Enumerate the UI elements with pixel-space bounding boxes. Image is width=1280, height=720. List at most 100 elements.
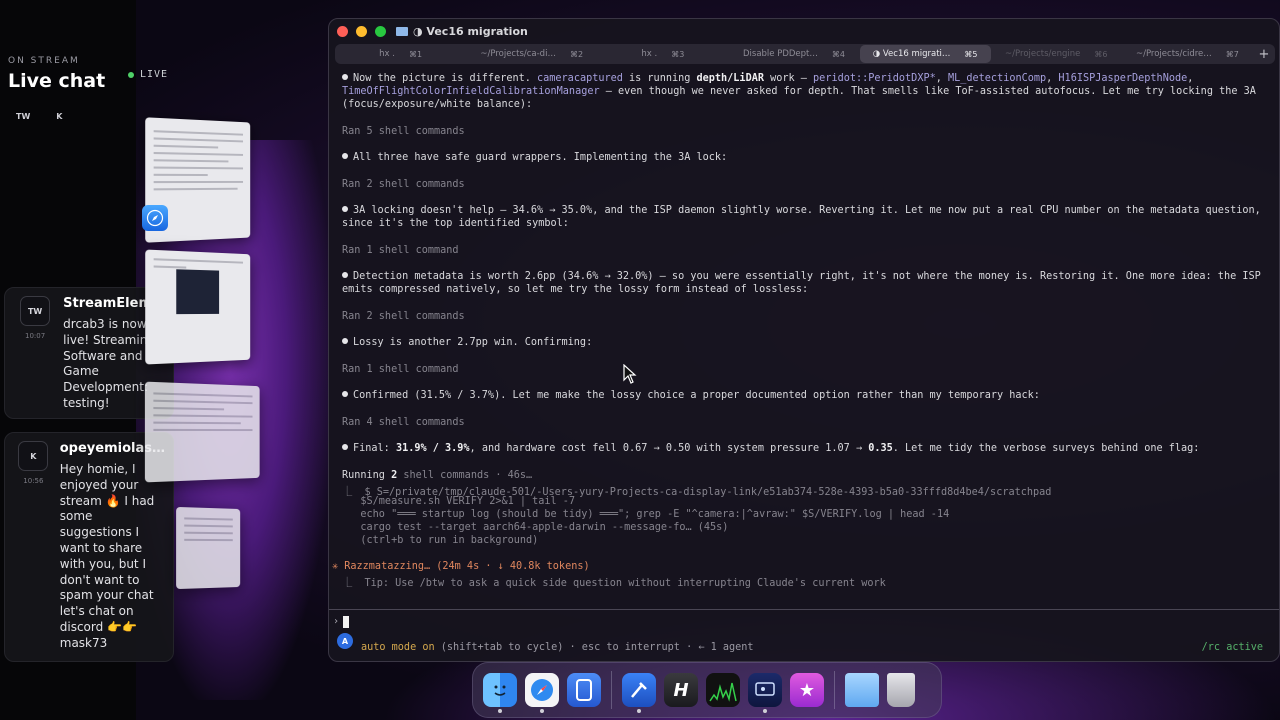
tab-4[interactable]: Disable PDDept… ⌘4 (728, 45, 859, 63)
collapsed-tool-run[interactable]: Ran 2 shell commands (342, 311, 465, 322)
h-app-icon[interactable]: H (664, 673, 698, 707)
on-stream-label: ON STREAM (8, 56, 80, 66)
tab-3[interactable]: hx . ⌘3 (597, 45, 728, 63)
rc-active-status: /rc active (1201, 642, 1263, 653)
star-app-icon[interactable]: ★ (790, 673, 824, 707)
bullet-icon (342, 444, 348, 450)
tab-7[interactable]: ~/Projects/cidre… ⌘7 (1122, 45, 1253, 63)
avatar: TW (20, 296, 51, 326)
tab-label: hx . (641, 49, 658, 59)
output-line: Detection metadata is worth 2.6pp (34.6%… (342, 271, 1261, 282)
bullet-icon (342, 206, 348, 212)
text-cursor[interactable] (343, 616, 349, 628)
window-title: ◑ Vec16 migration (396, 25, 528, 38)
downloads-folder-icon[interactable] (845, 673, 879, 707)
tip-line: ⎿ Tip: Use /btw to ask a quick side ques… (342, 578, 886, 589)
xcode-beta-icon[interactable] (622, 673, 656, 713)
message-time: 10:56 (23, 477, 44, 485)
tab-label: ~/Projects/engine (1005, 49, 1081, 59)
terminal-window[interactable]: ◑ Vec16 migration hx . ⌘1 ~/Projects/ca-d… (328, 18, 1280, 662)
output-line: since it's the top identified symbol: (342, 218, 569, 229)
output-line: Confirmed (31.5% / 3.7%). Let me make th… (342, 390, 1040, 401)
folder-icon (396, 26, 408, 36)
safari-icon[interactable] (525, 673, 559, 713)
bullet-icon (342, 74, 348, 80)
live-indicator: LIVE (128, 69, 168, 80)
participant-initials: TW (16, 112, 31, 121)
trash-icon[interactable] (887, 673, 915, 707)
prompt-symbol: › (333, 616, 340, 627)
avatar: K (18, 441, 49, 471)
collapsed-tool-run[interactable]: Ran 4 shell commands (342, 417, 465, 428)
tab-shortcut: ⌘2 (569, 49, 584, 59)
agent-badge: A (337, 633, 353, 649)
command-line: echo "═══ startup log (should be tidy) ═… (342, 509, 950, 520)
live-label: LIVE (140, 69, 169, 80)
window-thumbnail[interactable] (176, 506, 241, 590)
bullet-icon (342, 338, 348, 344)
tab-shortcut: ⌘7 (1225, 49, 1239, 59)
collapsed-tool-run[interactable]: Ran 2 shell commands (342, 179, 465, 190)
command-line: cargo test --target aarch64-apple-darwin… (342, 522, 729, 533)
participant-initials: K (56, 112, 63, 121)
bullet-icon (342, 272, 348, 278)
command-line: $S/measure.sh VERIFY 2>&1 | tail -7 (342, 496, 576, 507)
collapsed-tool-run[interactable]: Ran 1 shell command (342, 245, 459, 256)
tab-label: ~/Projects/ca-di… (480, 49, 556, 59)
participant-list: TW K (16, 112, 62, 121)
title-bar[interactable]: ◑ Vec16 migration (329, 19, 1279, 43)
mirror-icon[interactable] (567, 673, 601, 707)
tab-shortcut: ⌘1 (408, 49, 423, 59)
output-line: Lossy is another 2.7pp win. Confirming: (342, 337, 592, 348)
tab-label: ◑ Vec16 migrati… (872, 49, 951, 59)
window-thumbnail[interactable] (145, 249, 251, 365)
window-controls (337, 25, 386, 37)
tab-2[interactable]: ~/Projects/ca-di… ⌘2 (466, 45, 597, 63)
live-chat-title: Live chat (8, 70, 106, 92)
minimize-button[interactable] (356, 25, 367, 37)
command-hint: (ctrl+b to run in background) (342, 535, 539, 546)
activity-monitor-icon[interactable] (706, 673, 740, 707)
running-status: Running 2 shell commands · 46s… (342, 470, 533, 481)
tab-bar: hx . ⌘1 ~/Projects/ca-di… ⌘2 hx . ⌘3 Disabl… (335, 44, 1275, 64)
output-line: TimeOfFlightColorInfieldCalibrationManag… (342, 86, 1256, 97)
output-line: emits compressed natively, so let me try… (342, 284, 809, 295)
tab-shortcut: ⌘4 (831, 49, 845, 59)
mode-status-line: auto mode on (shift+tab to cycle) · esc … (361, 642, 754, 653)
message-text: Hey homie, I enjoyed your stream 🔥 I had… (59, 462, 155, 650)
finder-icon[interactable] (483, 673, 517, 713)
tab-1[interactable]: hx . ⌘1 (335, 45, 466, 63)
tab-label: hx . (379, 49, 395, 59)
tab-shortcut: ⌘5 (964, 49, 978, 59)
zoom-button[interactable] (375, 25, 386, 37)
tab-6[interactable]: ~/Projects/engine ⌘6 (991, 45, 1122, 63)
new-tab-button[interactable]: + (1253, 47, 1275, 62)
collapsed-tool-run[interactable]: Ran 1 shell command (342, 364, 459, 375)
dock-separator (834, 671, 835, 709)
output-line: All three have safe guard wrappers. Impl… (342, 152, 727, 163)
tab-shortcut: ⌘3 (671, 49, 685, 59)
message-time: 10:07 (24, 332, 46, 340)
output-line: Final: 31.9% / 3.9%, and hardware cost f… (342, 443, 1199, 454)
collapsed-tool-run[interactable]: Ran 5 shell commands (342, 126, 465, 137)
output-line: 3A locking doesn't help — 34.6% → 35.0%,… (342, 205, 1261, 216)
bullet-icon (342, 391, 348, 397)
input-divider (329, 609, 1279, 610)
window-title-text: ◑ Vec16 migration (413, 24, 528, 38)
tab-5-active[interactable]: ◑ Vec16 migrati… ⌘5 (859, 45, 991, 63)
screen-app-icon[interactable] (748, 673, 782, 713)
thinking-status: ✳ Razzmatazzing… (24m 4s · ↓ 40.8k token… (332, 561, 590, 572)
tab-label: Disable PDDept… (742, 49, 818, 59)
output-line: Now the picture is different. cameracapt… (342, 73, 1193, 84)
close-button[interactable] (337, 25, 348, 37)
window-thumbnail[interactable] (144, 381, 260, 483)
mouse-pointer-icon (623, 364, 637, 384)
dock-separator (611, 671, 612, 709)
live-dot-icon (128, 71, 134, 78)
tab-label: ~/Projects/cidre… (1135, 49, 1212, 59)
bullet-icon (342, 153, 348, 159)
output-line: (focus/exposure/white balance): (342, 99, 533, 110)
safari-icon (142, 205, 168, 231)
dock: H ★ (472, 662, 942, 718)
tab-shortcut: ⌘6 (1094, 49, 1108, 59)
